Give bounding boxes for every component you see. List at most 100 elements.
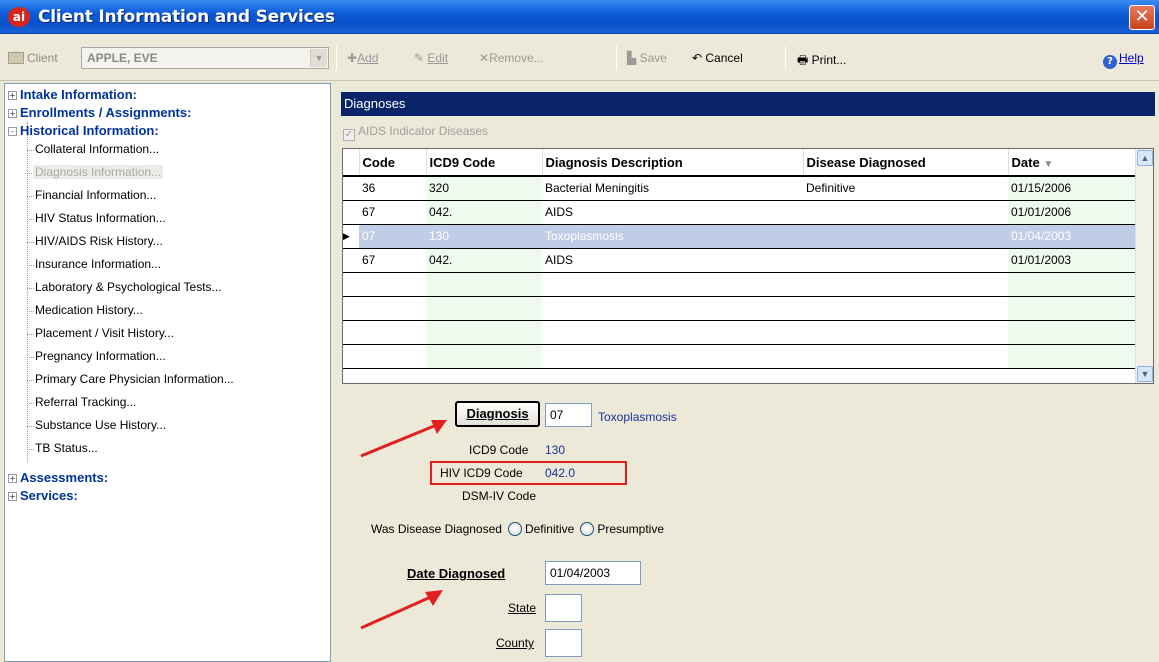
add-button[interactable]: ✚Add xyxy=(347,51,378,65)
county-label: County xyxy=(496,636,535,650)
aids-indicator-label: AIDS Indicator Diseases xyxy=(358,124,489,138)
table-row[interactable] xyxy=(343,272,1137,297)
table-cell-icd9 xyxy=(426,272,542,297)
title-bar: ai Client Information and Services ✕ xyxy=(0,0,1159,34)
help-icon: ? xyxy=(1103,55,1117,69)
close-button[interactable]: ✕ xyxy=(1129,5,1155,30)
tree-item-historical[interactable]: Financial Information... xyxy=(26,188,156,202)
tree-item-historical[interactable]: Collateral Information... xyxy=(26,142,159,156)
tree-item-historical[interactable]: TB Status... xyxy=(27,441,98,455)
table-cell-code: 36 xyxy=(359,176,426,201)
table-row[interactable]: ▶ 07 130 Toxoplasmosis 01/04/2003 xyxy=(343,224,1137,249)
tree-section-assessments[interactable]: + Assessments: xyxy=(8,470,108,485)
table-cell-icd9: 042. xyxy=(426,248,542,273)
tree-section-enrollments[interactable]: + Enrollments / Assignments: xyxy=(8,105,191,120)
tree-item-historical[interactable]: HIV/AIDS Risk History... xyxy=(27,234,163,248)
table-cell-code xyxy=(359,272,426,297)
pencil-icon: ✎ xyxy=(414,51,428,65)
table-cell-date: 01/15/2006 xyxy=(1008,176,1137,201)
annotation-arrow-icon xyxy=(360,590,443,630)
scroll-up-icon[interactable]: ▲ xyxy=(1137,150,1153,166)
table-cell-date: 01/01/2006 xyxy=(1008,200,1137,225)
row-indicator-header xyxy=(343,149,360,177)
help-link[interactable]: ? Help xyxy=(1103,51,1144,69)
client-select[interactable]: APPLE, EVE ▼ xyxy=(81,47,329,69)
navigation-tree[interactable]: + Intake Information: + Enrollments / Assig… xyxy=(4,83,331,662)
tree-item-historical[interactable]: HIV Status Information... xyxy=(27,211,166,225)
radio-definitive[interactable] xyxy=(507,522,522,536)
tree-item-historical[interactable]: Referral Tracking... xyxy=(26,395,136,409)
icd9-code-label: ICD9 Code xyxy=(469,443,529,457)
toolbar-separator xyxy=(336,46,337,70)
table-row[interactable] xyxy=(343,344,1137,369)
table-row[interactable] xyxy=(343,296,1137,321)
diagnoses-grid[interactable]: Code ICD9 Code Diagnosis Description Dis… xyxy=(342,148,1154,384)
edit-button[interactable]: ✎ Edit xyxy=(414,51,448,65)
chevron-down-icon[interactable]: ▼ xyxy=(310,49,327,67)
column-header-icd9[interactable]: ICD9 Code xyxy=(426,149,543,177)
diagnoses-section-header: Diagnoses xyxy=(341,92,1155,116)
diagnosis-button[interactable]: Diagnosis xyxy=(455,401,540,427)
tree-item-historical[interactable]: Primary Care Physician Information... xyxy=(27,372,234,386)
tree-section-historical[interactable]: - Historical Information: xyxy=(8,123,159,138)
expand-icon[interactable]: + xyxy=(8,109,17,118)
table-cell-diagnosed xyxy=(803,296,1008,321)
dsm-iv-code-label: DSM-IV Code xyxy=(462,489,537,503)
tree-item-historical[interactable]: Laboratory & Psychological Tests... xyxy=(27,280,222,294)
row-indicator xyxy=(343,176,359,201)
table-cell-code: 07 xyxy=(359,224,426,249)
state-label: State xyxy=(508,601,537,615)
table-cell-icd9: 130 xyxy=(426,224,542,249)
county-field[interactable] xyxy=(545,629,582,657)
column-header-date[interactable]: Date ▼ xyxy=(1008,149,1138,177)
table-cell-date: 01/01/2003 xyxy=(1008,248,1137,273)
tree-item-historical[interactable]: Placement / Visit History... xyxy=(27,326,174,340)
radio-presumptive[interactable] xyxy=(580,522,595,536)
table-row[interactable] xyxy=(343,320,1137,345)
table-cell-description xyxy=(542,272,803,297)
tree-item-historical[interactable]: Insurance Information... xyxy=(26,257,161,271)
table-cell-code xyxy=(359,344,426,369)
column-header-description[interactable]: Diagnosis Description xyxy=(542,149,804,177)
expand-icon[interactable]: + xyxy=(8,91,17,100)
collapse-icon[interactable]: - xyxy=(8,127,17,136)
undo-icon: ↶ xyxy=(692,51,706,65)
table-cell-icd9: 042. xyxy=(426,200,542,225)
grid-scrollbar[interactable]: ▲ ▼ xyxy=(1135,149,1153,383)
tree-item-historical[interactable]: Substance Use History... xyxy=(26,418,166,432)
table-cell-description: AIDS xyxy=(542,248,803,273)
table-row[interactable]: 67 042. AIDS 01/01/2006 xyxy=(343,200,1137,225)
state-field[interactable] xyxy=(545,594,582,622)
scroll-down-icon[interactable]: ▼ xyxy=(1137,366,1153,382)
save-button[interactable]: ▙ Save xyxy=(627,51,667,65)
remove-button[interactable]: ✕Remove... xyxy=(479,51,544,65)
table-row[interactable]: 36 320 Bacterial Meningitis Definitive 01/15… xyxy=(343,176,1137,201)
expand-icon[interactable]: + xyxy=(8,492,17,501)
column-header-disease-diagnosed[interactable]: Disease Diagnosed xyxy=(803,149,1009,177)
table-cell-code xyxy=(359,296,426,321)
tree-item-historical[interactable]: Medication History... xyxy=(27,303,143,317)
table-row[interactable]: 67 042. AIDS 01/01/2003 xyxy=(343,248,1137,273)
table-cell-date xyxy=(1008,272,1137,297)
diagnosis-code-field[interactable]: 07 xyxy=(545,403,592,427)
tree-section-intake[interactable]: + Intake Information: xyxy=(8,87,137,102)
date-diagnosed-field[interactable]: 01/04/2003 xyxy=(545,561,641,585)
radio-presumptive-label[interactable]: Presumptive xyxy=(597,522,664,536)
table-cell-diagnosed xyxy=(803,224,1008,249)
floppy-disk-icon: ▙ xyxy=(627,51,640,65)
row-indicator: ▶ xyxy=(343,224,359,249)
window-title: Client Information and Services xyxy=(38,7,335,27)
radio-definitive-label[interactable]: Definitive xyxy=(525,522,574,536)
expand-icon[interactable]: + xyxy=(8,474,17,483)
tree-item-historical[interactable]: Pregnancy Information... xyxy=(27,349,166,363)
column-header-code[interactable]: Code xyxy=(359,149,427,177)
table-cell-code: 67 xyxy=(359,248,426,273)
table-cell-diagnosed xyxy=(803,248,1008,273)
table-cell-date xyxy=(1008,320,1137,345)
table-cell-diagnosed xyxy=(803,344,1008,369)
print-button[interactable]: 🖶 Print... xyxy=(797,51,846,72)
cancel-button[interactable]: ↶ Cancel xyxy=(692,51,743,65)
tree-item-historical[interactable]: Diagnosis Information... xyxy=(24,165,164,179)
tree-section-services[interactable]: + Services: xyxy=(8,488,78,503)
table-cell-description xyxy=(542,344,803,369)
